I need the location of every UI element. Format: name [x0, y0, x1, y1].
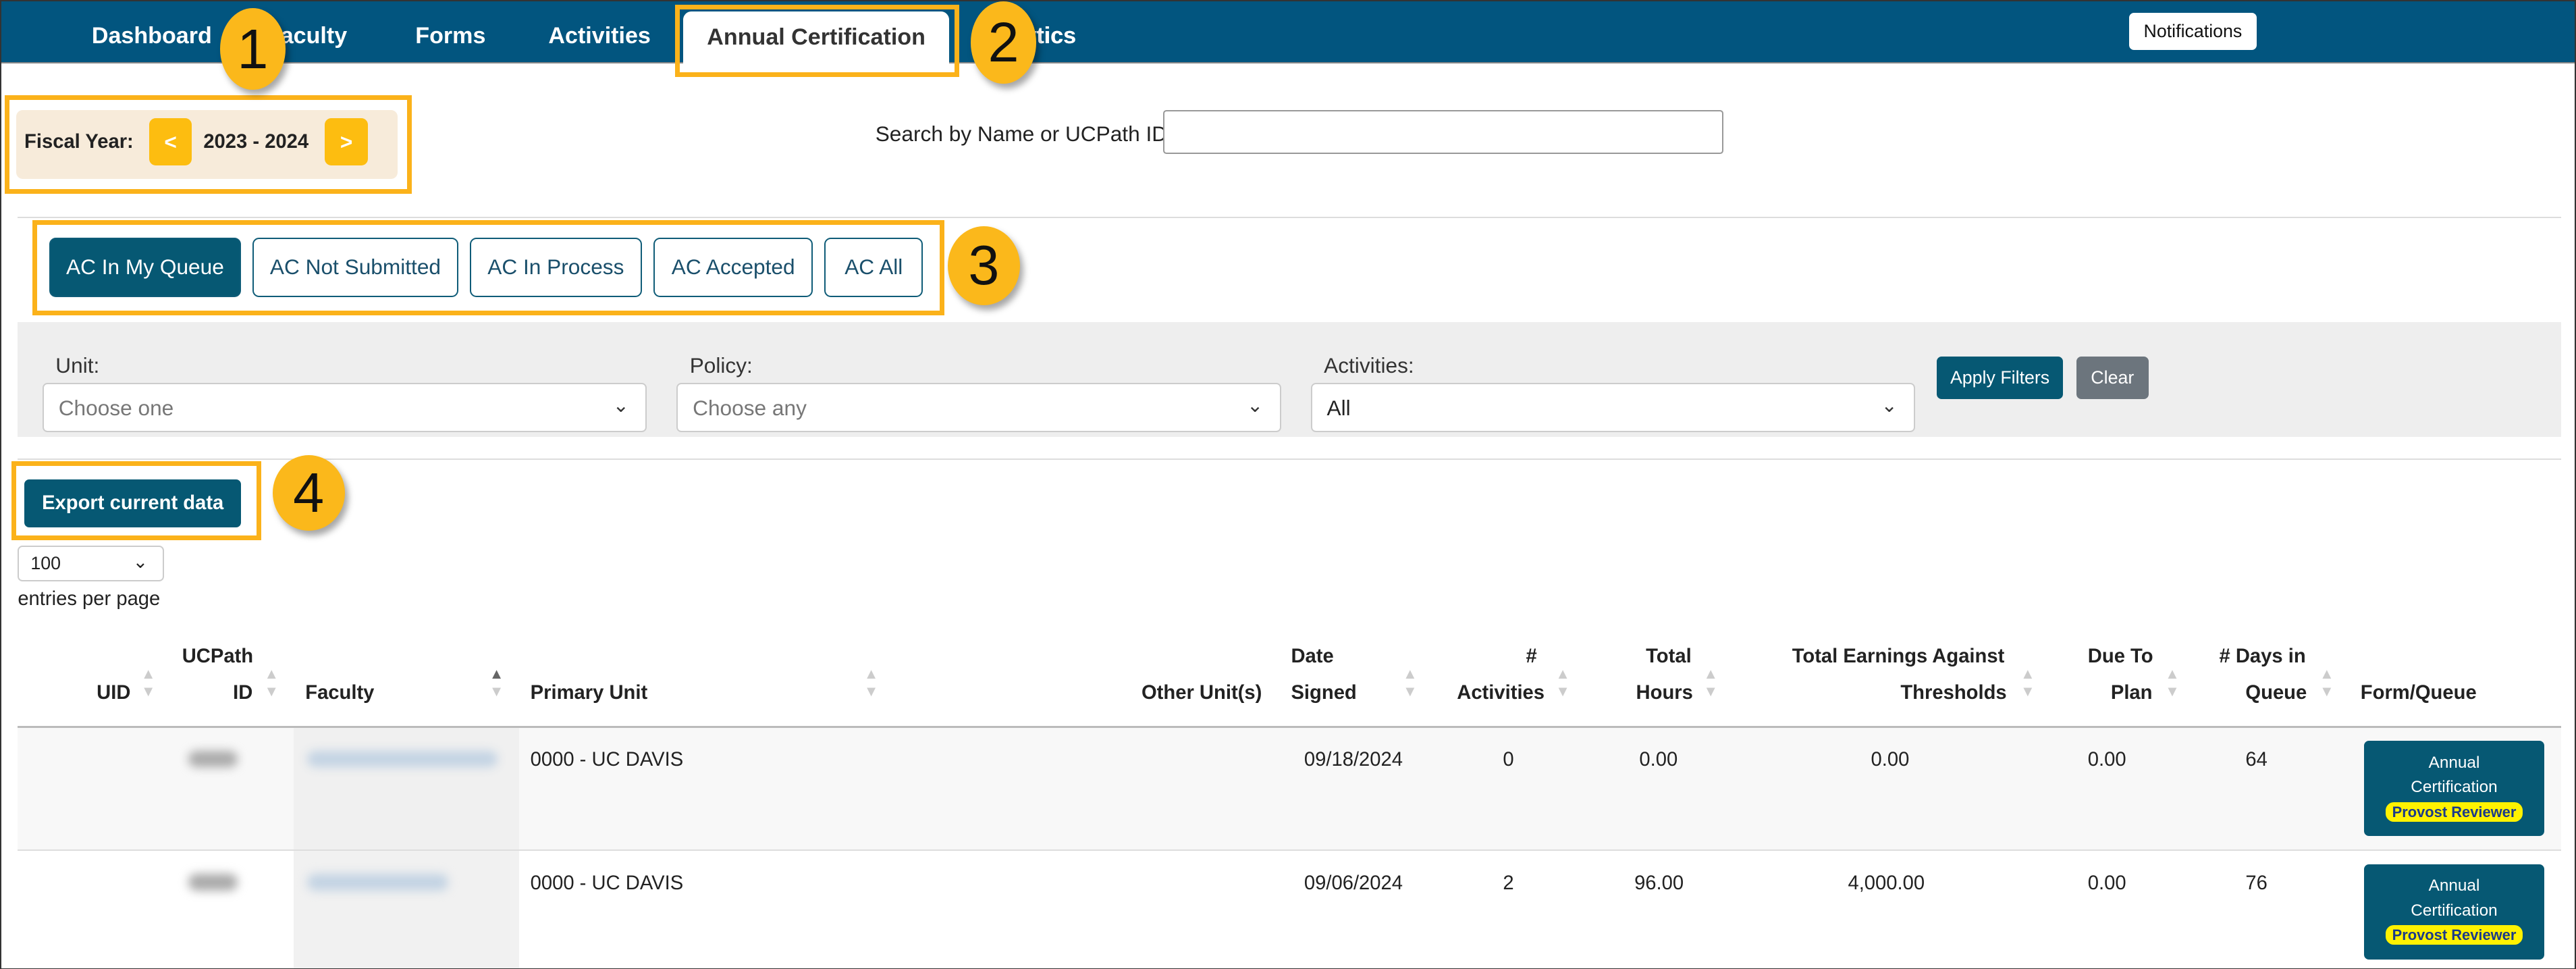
header-date-signed[interactable]: Date — [1291, 639, 1333, 675]
page-size-select[interactable]: 100 ⌄ — [18, 545, 164, 582]
date-signed: 09/18/2024 — [1304, 749, 1403, 771]
callout-badge-4: 4 — [272, 454, 345, 531]
sort-icon[interactable]: ▲ ▼ — [141, 665, 156, 700]
faculty-column-shade — [294, 851, 518, 968]
sort-icon[interactable]: ▲ ▼ — [264, 665, 279, 700]
total-hours: 0.00 — [1639, 749, 1678, 771]
header-activities-2[interactable]: Activities — [1457, 675, 1545, 712]
nav-dashboard[interactable]: Dashboard — [92, 23, 212, 49]
unit-value: Choose one — [58, 395, 174, 420]
sort-icon[interactable]: ▲ ▼ — [1403, 665, 1418, 700]
chevron-down-icon: ⌄ — [612, 395, 630, 417]
header-total-earnings[interactable]: Total Earnings Against — [1792, 639, 2005, 675]
policy-select[interactable]: Choose any ⌄ — [676, 382, 1281, 432]
days-in-queue: 76 — [2245, 872, 2268, 894]
chevron-down-icon: ⌄ — [132, 551, 149, 572]
chevron-down-icon: ⌄ — [1881, 395, 1898, 417]
sort-icon[interactable]: ▲ ▼ — [2020, 665, 2035, 700]
header-activities[interactable]: # — [1526, 639, 1536, 675]
sort-icon[interactable]: ▲ ▼ — [2165, 665, 2180, 700]
redacted-ucpath-id — [188, 874, 238, 891]
nav-faculty[interactable]: aculty — [281, 23, 347, 49]
due-to-plan: 0.00 — [2087, 749, 2126, 771]
callout-highlight-fiscal-year — [4, 95, 412, 194]
clear-button[interactable]: Clear — [2076, 356, 2149, 399]
sort-ascending-icon[interactable]: ▲ ▼ — [489, 665, 504, 700]
form-name: Annual Certification — [2411, 876, 2498, 920]
days-in-queue: 64 — [2245, 749, 2268, 771]
policy-label: Policy: — [689, 352, 753, 377]
form-name: Annual Certification — [2411, 753, 2498, 797]
activities-value: All — [1326, 395, 1351, 420]
nav-analytics-visible-part[interactable]: tics — [1036, 23, 1076, 49]
header-form-queue: Form/Queue — [2360, 681, 2477, 704]
primary-unit: 0000 - UC DAVIS — [530, 749, 684, 771]
activities-select[interactable]: All ⌄ — [1310, 382, 1916, 432]
search-label: Search by Name or UCPath ID: — [875, 121, 1173, 146]
redacted-ucpath-id — [188, 750, 238, 768]
header-date-signed-2[interactable]: Signed — [1291, 675, 1356, 712]
callout-badge-2: 2 — [970, 1, 1037, 84]
header-days-in-queue-2[interactable]: Queue — [2245, 675, 2307, 712]
filter-bar: Unit: Choose one ⌄ Policy: Choose any ⌄ Ac… — [18, 321, 2561, 437]
activities-count: 2 — [1503, 872, 1514, 894]
callout-highlight-nav — [674, 4, 959, 77]
page: Dashboard aculty Forms Activities Annual… — [0, 0, 2576, 969]
nav-activities[interactable]: Activities — [548, 23, 650, 49]
header-uid[interactable]: UID — [97, 675, 130, 712]
callout-badge-3: 3 — [947, 226, 1020, 306]
header-total-hours-2[interactable]: Hours — [1636, 675, 1693, 712]
due-to-plan: 0.00 — [2087, 872, 2126, 894]
search-input[interactable] — [1162, 109, 1723, 155]
header-ucpath-2[interactable]: ID — [233, 675, 252, 712]
callout-highlight-export — [11, 461, 261, 541]
header-faculty[interactable]: Faculty — [305, 675, 374, 712]
header-total-hours[interactable]: Total — [1646, 639, 1692, 675]
sort-icon[interactable]: ▲ ▼ — [1703, 665, 1718, 700]
sort-icon[interactable]: ▲ ▼ — [1555, 665, 1570, 700]
top-nav: Dashboard aculty Forms Activities Annual… — [1, 1, 2575, 68]
primary-unit: 0000 - UC DAVIS — [530, 872, 684, 894]
total-hours: 96.00 — [1634, 872, 1684, 894]
header-days-in-queue[interactable]: # Days in — [2219, 639, 2305, 675]
queue-badge: Provost Reviewer — [2385, 925, 2523, 945]
activities-count: 0 — [1503, 749, 1514, 771]
nav-forms[interactable]: Forms — [415, 23, 485, 49]
date-signed: 09/06/2024 — [1304, 872, 1403, 894]
policy-value: Choose any — [693, 395, 807, 420]
header-other-units[interactable]: Other Unit(s) — [1142, 675, 1262, 712]
table-row: 0000 - UC DAVIS 09/06/2024 2 96.00 4,000… — [18, 851, 2560, 968]
total-earnings: 0.00 — [1871, 749, 1910, 771]
entries-per-page-label: entries per page — [18, 587, 161, 610]
page-size-value: 100 — [30, 553, 61, 574]
header-due-to-plan[interactable]: Due To — [2088, 639, 2153, 675]
header-ucpath[interactable]: UCPath — [182, 639, 253, 675]
chevron-down-icon: ⌄ — [1247, 395, 1264, 417]
table-row: 0000 - UC DAVIS 09/18/2024 0 0.00 0.00 0… — [18, 727, 2561, 852]
apply-filters-button[interactable]: Apply Filters — [1936, 356, 2064, 399]
sort-icon[interactable]: ▲ ▼ — [864, 665, 879, 700]
divider — [18, 458, 2561, 460]
callout-highlight-tabs — [32, 219, 944, 315]
header-primary-unit[interactable]: Primary Unit — [531, 675, 648, 712]
annual-certification-button[interactable]: Annual Certification Provost Reviewer — [2363, 864, 2545, 960]
activities-label: Activities: — [1324, 352, 1414, 377]
header-total-earnings-2[interactable]: Thresholds — [1900, 675, 2006, 712]
divider — [18, 216, 2561, 219]
notifications-button[interactable]: Notifications — [2128, 13, 2257, 51]
sort-icon[interactable]: ▲ ▼ — [2319, 665, 2334, 700]
redacted-faculty-name[interactable] — [306, 750, 498, 768]
unit-label: Unit: — [55, 352, 100, 377]
callout-badge-1: 1 — [219, 7, 286, 90]
redacted-faculty-name[interactable] — [306, 874, 448, 891]
queue-badge: Provost Reviewer — [2385, 802, 2523, 822]
annual-certification-button[interactable]: Annual Certification Provost Reviewer — [2363, 741, 2545, 837]
header-due-to-plan-2[interactable]: Plan — [2111, 675, 2153, 712]
unit-select[interactable]: Choose one ⌄ — [42, 382, 647, 432]
total-earnings: 4,000.00 — [1848, 872, 1925, 894]
